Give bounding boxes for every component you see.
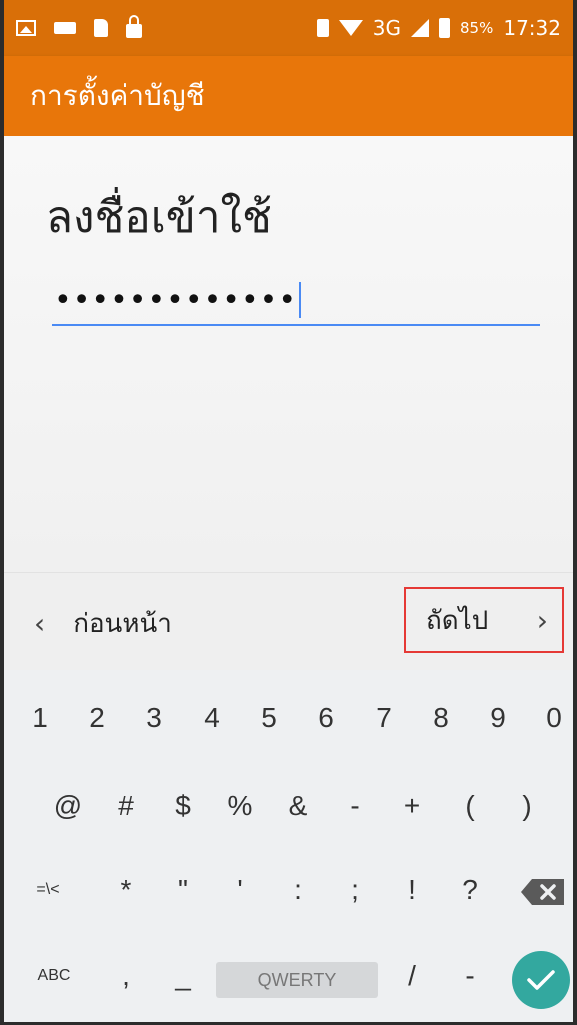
key[interactable]: - [327, 776, 383, 836]
sim-icon [94, 19, 108, 37]
check-icon [527, 970, 555, 990]
key[interactable]: $ [155, 776, 211, 836]
key[interactable]: / [384, 946, 440, 1006]
key[interactable]: 3 [126, 688, 182, 748]
key[interactable]: , [98, 946, 154, 1006]
status-right-icons: 3G 85% 17:32 [316, 16, 561, 40]
sign-in-content: ลงชื่อเข้าใช้ ••••••••••••• [4, 136, 573, 572]
app-bar: การตั้งค่าบัญชี [4, 56, 573, 136]
key[interactable]: : [270, 860, 326, 920]
key[interactable]: 6 [298, 688, 354, 748]
key[interactable]: 5 [241, 688, 297, 748]
key[interactable]: & [270, 776, 326, 836]
next-label: ถัดไป [426, 605, 489, 636]
status-left-icons [16, 15, 142, 38]
password-field[interactable]: ••••••••••••• [52, 276, 540, 326]
key[interactable]: % [212, 776, 268, 836]
backspace-icon [521, 879, 564, 905]
key[interactable]: ' [212, 860, 268, 920]
keyboard-icon [54, 22, 76, 34]
symbol-keyboard: 1 2 3 4 5 6 7 8 9 0 @ # $ % & - + ( ) =\… [4, 670, 573, 1022]
key[interactable]: - [442, 946, 498, 1006]
key[interactable]: ) [499, 776, 555, 836]
key[interactable]: _ [155, 946, 211, 1006]
chevron-right-icon: › [536, 603, 548, 637]
key[interactable]: # [98, 776, 154, 836]
keyboard-row-symbols-1: @ # $ % & - + ( ) [4, 776, 573, 856]
phone-screen: 3G 85% 17:32 การตั้งค่าบัญชี ลงชื่อเข้าใ… [0, 0, 577, 1025]
wifi-icon [338, 20, 363, 36]
backspace-key[interactable] [520, 878, 566, 906]
vibrate-icon [316, 19, 329, 37]
key[interactable]: ; [327, 860, 383, 920]
text-cursor [299, 282, 302, 318]
key[interactable]: + [384, 776, 440, 836]
page-heading: ลงชื่อเข้าใช้ [46, 192, 272, 243]
key[interactable]: 1 [12, 688, 68, 748]
app-title: การตั้งค่าบัญชี [30, 79, 205, 112]
network-type: 3G [372, 16, 402, 40]
key[interactable]: @ [40, 776, 96, 836]
key[interactable]: * [98, 860, 154, 920]
abc-key[interactable]: ABC [26, 946, 82, 1006]
key[interactable]: 8 [413, 688, 469, 748]
keyboard-row-symbols-2: =\< * " ' : ; ! ? [4, 860, 573, 940]
key[interactable]: ( [442, 776, 498, 836]
keyboard-row-numbers: 1 2 3 4 5 6 7 8 9 0 [4, 688, 573, 768]
battery-percent: 85% [460, 19, 494, 37]
next-button[interactable]: ถัดไป › [404, 587, 564, 653]
key[interactable]: ! [384, 860, 440, 920]
image-icon [16, 20, 36, 36]
chevron-left-icon: ‹ [34, 607, 46, 640]
clock: 17:32 [503, 16, 561, 40]
wizard-nav-bar: ‹ ก่อนหน้า ถัดไป › [4, 572, 573, 670]
more-symbols-key[interactable]: =\< [20, 860, 76, 920]
lock-icon [126, 15, 142, 38]
key[interactable]: ? [442, 860, 498, 920]
key[interactable]: 9 [470, 688, 526, 748]
key[interactable]: 4 [184, 688, 240, 748]
password-value: ••••••••••••• [54, 282, 298, 318]
space-bar[interactable]: QWERTY [216, 962, 378, 998]
back-button[interactable]: ‹ ก่อนหน้า [34, 603, 172, 644]
key[interactable]: 2 [69, 688, 125, 748]
key[interactable]: " [155, 860, 211, 920]
key[interactable]: 7 [356, 688, 412, 748]
signal-icon [411, 19, 430, 37]
back-label: ก่อนหน้า [73, 609, 172, 639]
enter-key[interactable] [512, 951, 570, 1009]
status-bar: 3G 85% 17:32 [4, 0, 573, 56]
battery-icon [439, 18, 451, 38]
key[interactable]: 0 [526, 688, 573, 748]
